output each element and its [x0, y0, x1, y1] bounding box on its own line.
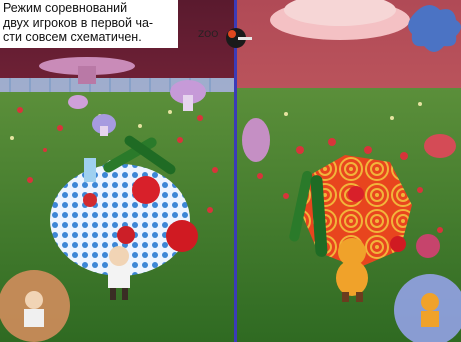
split-screen-divider: [234, 0, 237, 342]
caption-line-1: Режим соревнований: [3, 1, 128, 15]
caption-line-3: сти совсем схематичен.: [3, 30, 142, 44]
center-logo-text: ZOO: [198, 30, 218, 40]
left-player-viewport: [0, 0, 236, 342]
left-player-badge: [0, 270, 70, 342]
right-player-viewport: [236, 0, 461, 342]
caption-line-2: двух игроков в первой ча-: [3, 15, 154, 30]
caption-box: Режим соревнований двух игроков в первой…: [0, 0, 178, 48]
split-screen-scene: ZOO: [0, 0, 461, 342]
game-screen: ZOO Режим соревнований двух игроков в пе…: [0, 0, 461, 342]
